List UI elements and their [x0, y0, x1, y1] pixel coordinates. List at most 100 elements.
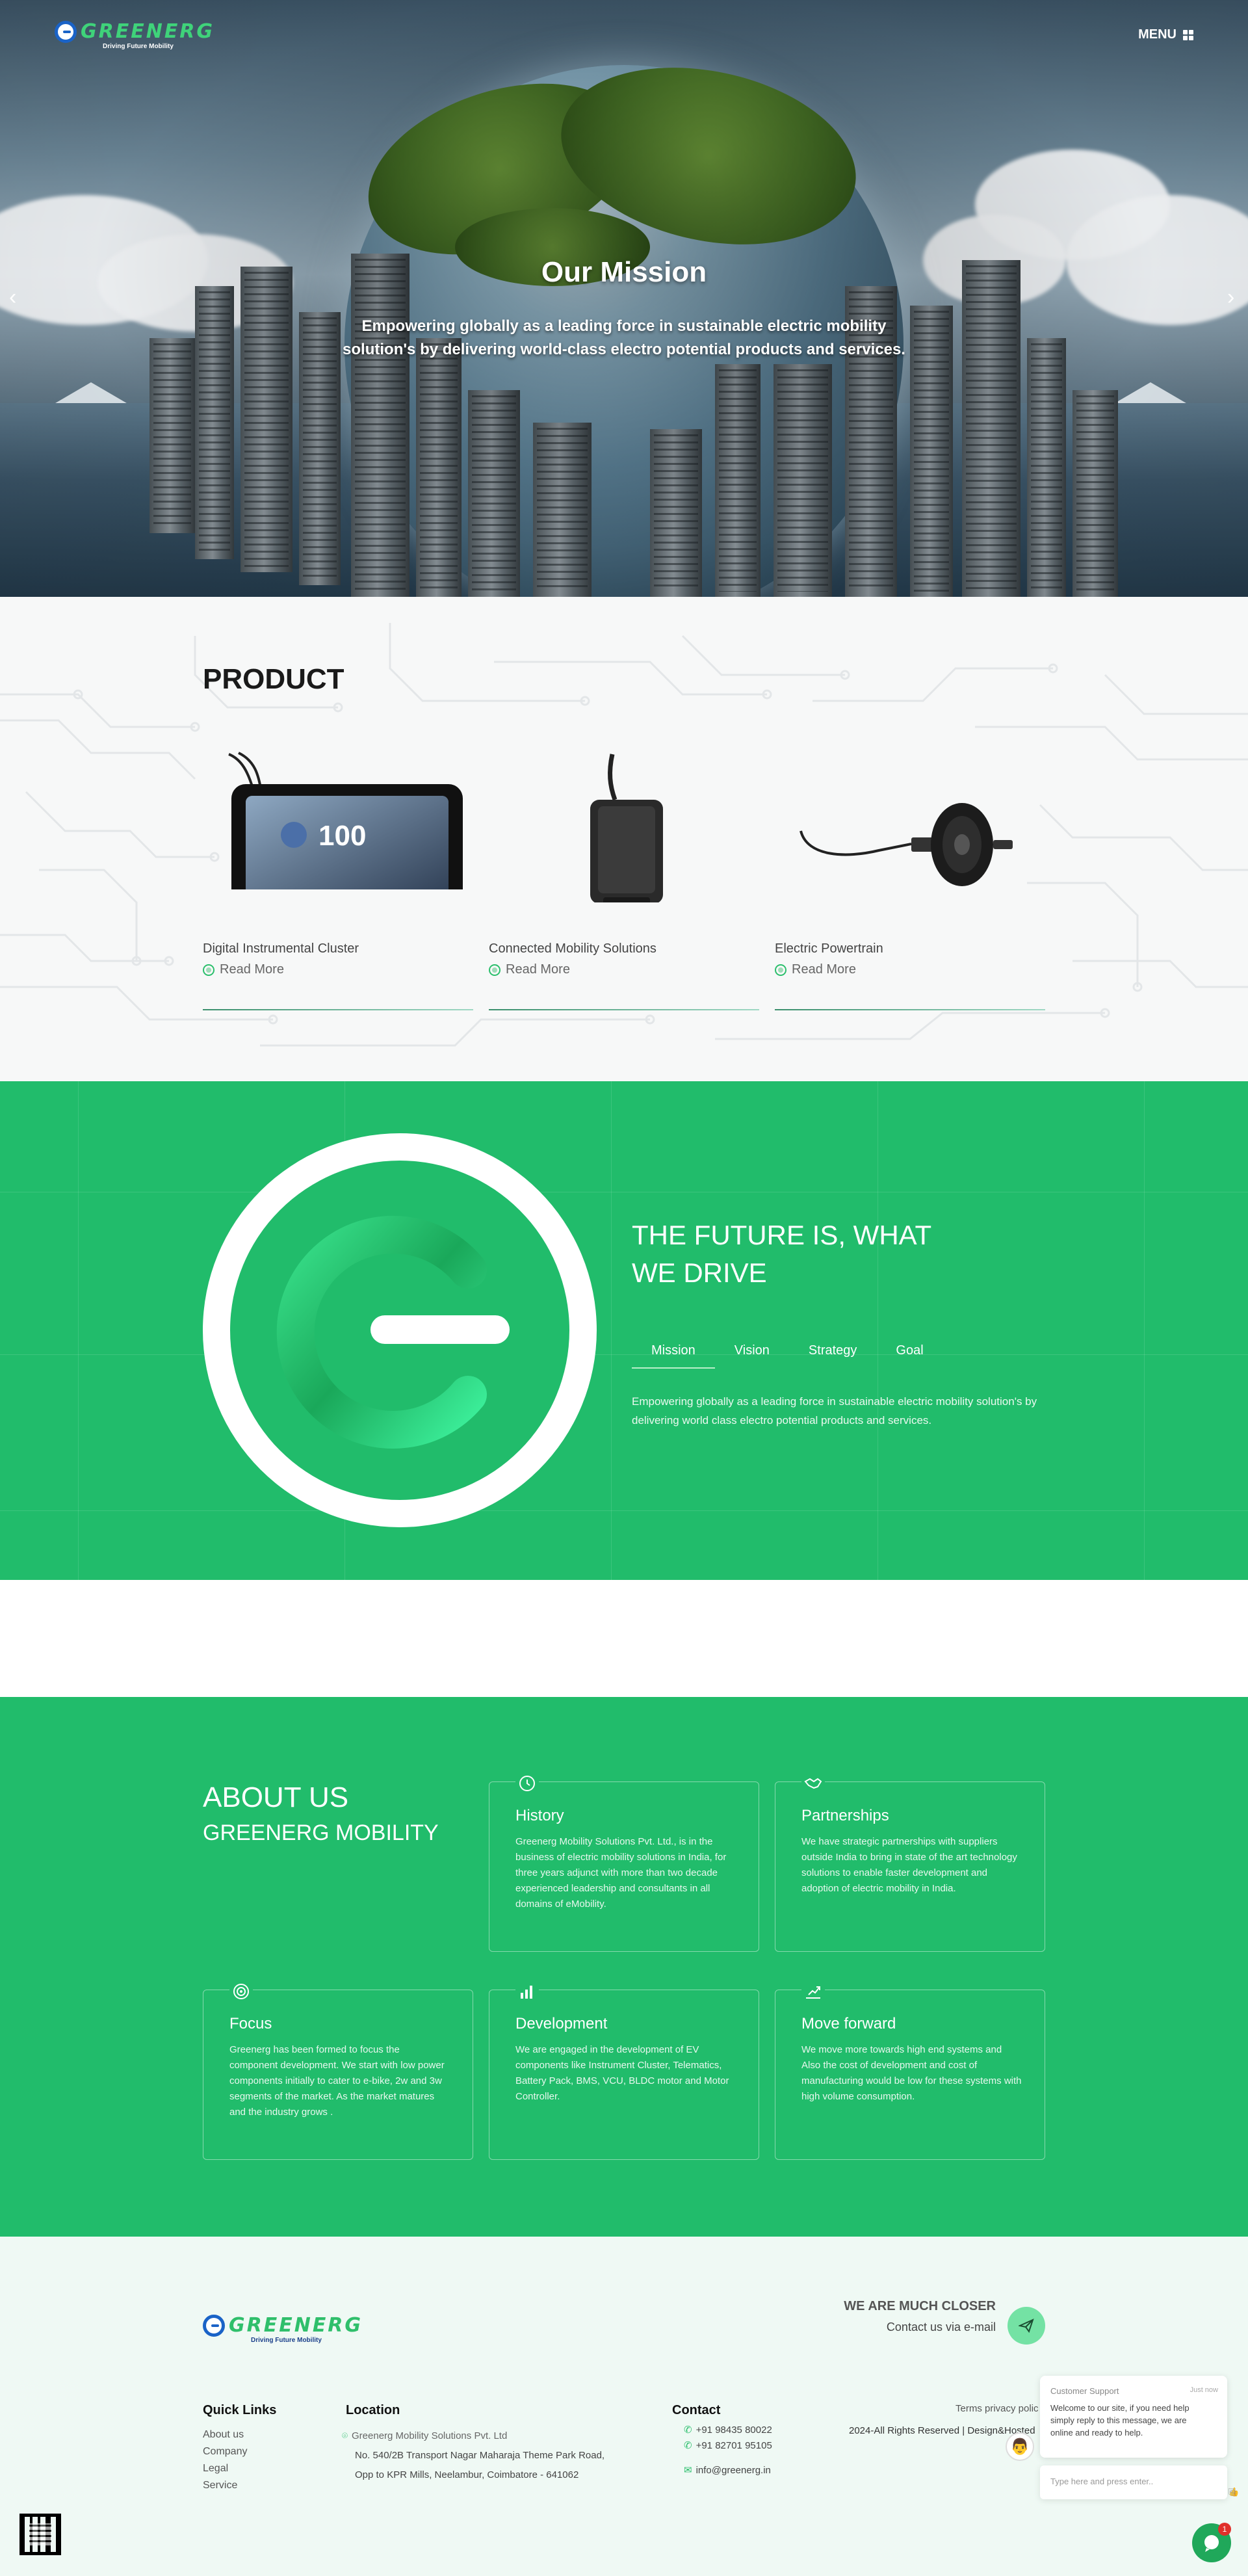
card-title: Development — [515, 2015, 608, 2032]
read-more-link[interactable]: Read More — [203, 962, 284, 977]
future-description: Empowering globally as a leading force i… — [632, 1395, 1037, 1426]
footer-link-service[interactable]: Service — [203, 2480, 237, 2491]
read-more-link[interactable]: Read More — [489, 962, 570, 977]
svg-text:100: 100 — [318, 820, 366, 852]
copyright: 2024-All Rights Reserved | Design&Hosted — [849, 2425, 1035, 2436]
read-more-label: Read More — [792, 962, 856, 977]
svg-text:0: 0 — [402, 888, 408, 889]
about-subheading: GREENERG MOBILITY — [203, 1820, 439, 1845]
chat-message-bubble: Customer Support Just now Welcome to our… — [1040, 2376, 1227, 2458]
location-name: ⌾ Greenerg Mobility Solutions Pvt. Ltd — [342, 2430, 508, 2441]
card-body: We are engaged in the development of EV … — [515, 2044, 729, 2102]
terms-link[interactable]: Terms privacy polic — [956, 2403, 1039, 2414]
slider-next-icon[interactable]: › — [1227, 286, 1234, 308]
location-heading: Location — [346, 2403, 400, 2417]
footer-link-company[interactable]: Company — [203, 2446, 247, 2458]
phone-link[interactable]: ✆ +91 98435 80022 — [684, 2424, 772, 2436]
qr-code — [20, 2514, 61, 2555]
brand-c-icon — [276, 1216, 510, 1449]
growth-icon — [801, 1980, 825, 2003]
chat-widget: Customer Support Just now Welcome to our… — [1040, 2376, 1239, 2499]
chat-placeholder: Type here and press enter.. — [1050, 2477, 1154, 2486]
card-title: Partnerships — [801, 1807, 889, 1824]
product-card[interactable] — [775, 746, 1045, 1019]
tab-mission[interactable]: Mission — [632, 1338, 715, 1369]
chat-message: Welcome to our site, if you need help si… — [1050, 2403, 1190, 2438]
read-more-label: Read More — [220, 962, 284, 977]
chart-icon — [515, 1980, 539, 2003]
quick-links-heading: Quick Links — [203, 2403, 277, 2417]
card-body: We have strategic partnerships with supp… — [801, 1836, 1017, 1894]
logo-tagline: Driving Future Mobility — [251, 2337, 322, 2344]
product-divider — [489, 1009, 759, 1010]
card-title: Focus — [229, 2015, 272, 2032]
footer-link-legal[interactable]: Legal — [203, 2463, 228, 2475]
logo-mark-icon — [55, 21, 77, 43]
phone-icon: ✆ — [684, 2425, 692, 2436]
contact-callout: WE ARE MUCH CLOSER Contact us via e-mail — [844, 2299, 996, 2334]
card-title: History — [515, 1807, 564, 1824]
closer-subtitle: Contact us via e-mail — [886, 2320, 996, 2333]
unread-badge: 1 — [1218, 2523, 1231, 2536]
slider-prev-icon[interactable]: ‹ — [9, 286, 16, 308]
product-heading: PRODUCT — [203, 663, 344, 695]
brand-emblem — [203, 1133, 597, 1527]
product-divider — [203, 1009, 473, 1010]
support-avatar: 👨 — [1006, 2432, 1034, 2461]
read-more-icon — [203, 964, 214, 976]
card-body: We move more towards high end systems an… — [801, 2044, 1022, 2102]
product-divider — [775, 1009, 1045, 1010]
product-name[interactable]: Connected Mobility Solutions — [489, 941, 656, 956]
phone-link[interactable]: ✆ +91 82701 95105 — [684, 2439, 772, 2452]
footer-logo[interactable]: GREENERG Driving Future Mobility — [203, 2314, 363, 2344]
logo-tagline: Driving Future Mobility — [103, 43, 174, 50]
emoji-icon[interactable]: ☺ — [1228, 2487, 1237, 2497]
spacer — [0, 1580, 1248, 1697]
product-section: PRODUCT 100 0 0 Digital Instrumental Clu… — [0, 597, 1248, 1081]
paper-plane-icon — [1019, 2319, 1034, 2333]
product-card[interactable]: 100 0 0 — [203, 746, 473, 1019]
card-body: Greenerg Mobility Solutions Pvt. Ltd., i… — [515, 1836, 727, 1910]
product-name[interactable]: Digital Instrumental Cluster — [203, 941, 359, 956]
mail-icon: ✉ — [684, 2465, 692, 2476]
tab-vision[interactable]: Vision — [715, 1338, 789, 1369]
target-icon — [229, 1980, 253, 2003]
logo-wordmark: GREENERG — [229, 2314, 363, 2337]
read-more-icon — [489, 964, 500, 976]
svg-text:0: 0 — [268, 888, 274, 889]
product-card[interactable] — [489, 746, 759, 1019]
card-body: Greenerg has been formed to focus the co… — [229, 2044, 445, 2118]
brand-logo[interactable]: GREENERG Driving Future Mobility — [55, 20, 215, 50]
send-email-button[interactable] — [1008, 2307, 1045, 2345]
about-card-focus: Focus Greenerg has been formed to focus … — [203, 1980, 473, 2160]
handshake-icon — [801, 1772, 825, 1795]
email-link[interactable]: ✉ info@greenerg.in — [684, 2464, 771, 2477]
future-tabs: Mission Vision Strategy Goal — [632, 1338, 943, 1369]
future-heading: THE FUTURE IS, WHAT WE DRIVE — [632, 1220, 932, 1288]
about-card-development: Development We are engaged in the develo… — [489, 1980, 759, 2160]
tab-goal[interactable]: Goal — [876, 1338, 942, 1369]
footer-link-about[interactable]: About us — [203, 2429, 244, 2441]
menu-button[interactable]: MENU — [1138, 27, 1193, 42]
phone-icon: ✆ — [684, 2440, 692, 2451]
read-more-link[interactable]: Read More — [775, 962, 856, 977]
instrument-cluster-icon: 100 0 0 — [228, 752, 463, 889]
address-line: No. 540/2B Transport Nagar Maharaja Them… — [355, 2450, 605, 2461]
about-section: ABOUT US GREENERG MOBILITY History Green… — [0, 1697, 1248, 2237]
chat-timestamp: Just now — [1190, 2386, 1218, 2394]
card-title: Move forward — [801, 2015, 896, 2032]
hero-banner: GREENERG Driving Future Mobility MENU Ou… — [0, 0, 1248, 597]
hero-title: Our Mission — [541, 256, 707, 288]
logo-wordmark: GREENERG — [81, 20, 215, 43]
chat-input[interactable]: Type here and press enter.. 👍 ⎘ ☺ — [1040, 2465, 1239, 2499]
product-name[interactable]: Electric Powertrain — [775, 941, 883, 956]
location-pin-icon: ⌾ — [342, 2430, 348, 2441]
tab-strategy[interactable]: Strategy — [789, 1338, 876, 1369]
read-more-icon — [775, 964, 786, 976]
about-card-move-forward: Move forward We move more towards high e… — [775, 1980, 1045, 2160]
telematics-device-icon — [590, 754, 663, 902]
menu-label: MENU — [1138, 27, 1176, 42]
contact-heading: Contact — [672, 2403, 721, 2417]
about-card-history: History Greenerg Mobility Solutions Pvt.… — [489, 1772, 759, 1952]
read-more-label: Read More — [506, 962, 570, 977]
